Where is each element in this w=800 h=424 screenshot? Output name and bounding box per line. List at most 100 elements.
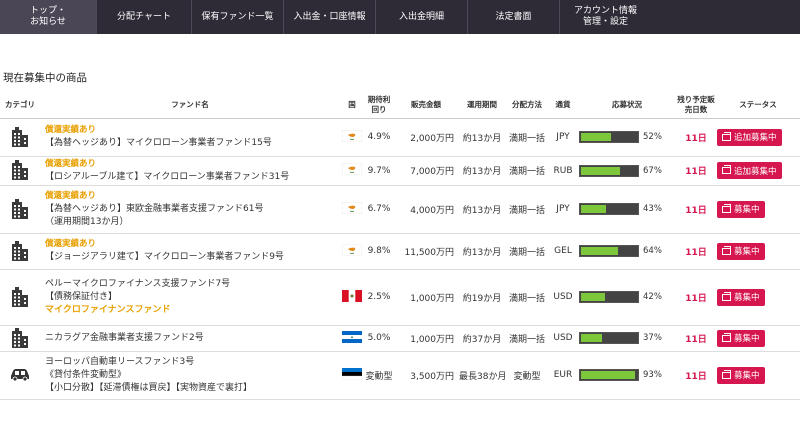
progress-cell: 37% [578,325,676,352]
redemption-badge: 償還実績あり [45,158,97,169]
status-button[interactable]: 募集中 [717,200,765,218]
sale-amount: 4,000万円 [394,185,458,234]
distribution-method: 変動型 [506,351,548,400]
category-cell [0,185,40,234]
table-row[interactable]: ニカラグア金融事業者支援ファンド2号 5.0% 1,000万円 約37か月 満期一括 US… [0,325,800,352]
status-button[interactable]: 追加募集中 [717,162,782,179]
operation-period: 約19か月 [458,269,506,326]
table-row[interactable]: ペルーマイクロファイナンス支援ファンド7号 【債務保証付き】 マイクロファイナンスフ… [0,269,800,326]
distribution-method: 満期一括 [506,185,548,234]
top-navigation: トップ・ お知らせ 分配チャート 保有ファンド一覧 入出金・口座情報 入出金明細 法定書面 ア… [0,0,800,34]
header-expected-yield: 期待利回り [364,92,394,119]
header-status: ステータス [716,92,800,119]
cyprus-flag-icon [342,201,362,217]
distribution-method: 満期一括 [506,269,548,326]
remaining-days: 11日 [676,351,716,400]
remaining-days: 11日 [676,325,716,352]
expected-yield: 6.7% [364,185,394,234]
table-row[interactable]: ヨーロッパ自動車リースファンド3号 《貸付条件変動型》【小口分散】【延滞債権は買戻… [0,351,800,400]
distribution-method: 満期一括 [506,118,548,157]
progress-bar [579,131,639,143]
cyprus-flag-icon [342,243,362,259]
status-cell: 募集中 [716,269,800,326]
operation-period: 最長38か月 [458,351,506,400]
table-row[interactable]: 償還実績あり 【為替ヘッジあり】マイクロローン事業者ファンド15号 4.9% 2,00… [0,118,800,157]
fund-name-cell: 償還実績あり【ロシアルーブル建て】マイクロローン事業者ファンド31号 [40,156,340,186]
progress-bar [579,245,639,257]
operation-period: 約13か月 [458,118,506,157]
fund-name-cell: ペルーマイクロファイナンス支援ファンド7号 【債務保証付き】 マイクロファイナンスフ… [40,269,340,326]
nav-holdings[interactable]: 保有ファンド一覧 [191,0,283,34]
redemption-badge: 償還実績あり [45,239,97,249]
operation-period: 約37か月 [458,325,506,352]
nav-distribution-chart[interactable]: 分配チャート [96,0,191,34]
status-button[interactable]: 募集中 [717,329,765,347]
fund-name[interactable]: 【ロシアルーブル建て】マイクロローン事業者ファンド31号 [45,171,339,184]
status-button[interactable]: 募集中 [717,288,765,306]
fund-name-note: 《貸付条件変動型》 [45,369,127,380]
status-label: 募集中 [734,371,760,381]
status-label: 募集中 [734,334,760,344]
fund-name[interactable]: 【為替ヘッジあり】東欧金融事業者支援ファンド61号 [45,203,339,216]
status-cell: 募集中 [716,325,800,352]
progress-fill [581,205,606,213]
nav-top-news[interactable]: トップ・ お知らせ [0,0,96,34]
sale-amount: 3,500万円 [394,351,458,400]
car-icon [9,368,31,384]
progress-percent: 52% [643,132,662,142]
status-cell: 追加募集中 [716,118,800,157]
nav-legal-documents[interactable]: 法定書面 [467,0,559,34]
status-label: 募集中 [734,205,760,215]
header-period: 運用期間 [458,92,506,119]
nav-account-settings[interactable]: アカウント情報 管理・設定 [559,0,651,34]
country-cell [340,351,364,400]
building-icon [10,327,30,351]
country-cell [340,156,364,186]
nav-deposit-account[interactable]: 入出金・口座情報 [283,0,375,34]
nav-deposit-history[interactable]: 入出金明細 [375,0,467,34]
nav-label: 分配チャート [117,11,171,22]
status-button[interactable]: 募集中 [717,366,765,384]
table-row[interactable]: 償還実績あり 【ジョージアラリ建て】マイクロローン事業者ファンド9号 9.8% 11,… [0,233,800,270]
header-remaining-days: 残り予定販売日数 [676,92,716,119]
progress-cell: 93% [578,351,676,400]
country-cell [340,185,364,234]
country-cell [340,325,364,352]
fund-name-cell: 償還実績あり【ジョージアラリ建て】マイクロローン事業者ファンド9号 [40,233,340,270]
fund-name[interactable]: ニカラグア金融事業者支援ファンド2号 [45,332,339,345]
progress-cell: 67% [578,156,676,186]
operation-period: 約13か月 [458,156,506,186]
copy-icon [722,332,731,342]
status-button[interactable]: 追加募集中 [717,128,782,146]
fund-name[interactable]: 【ジョージアラリ建て】マイクロローン事業者ファンド9号 [45,251,339,264]
progress-fill [581,293,606,301]
category-cell [0,325,40,352]
progress-fill [581,371,635,379]
currency: JPY [548,118,578,157]
fund-name[interactable]: 【為替ヘッジあり】マイクロローン事業者ファンド15号 [45,137,339,150]
nav-label: 入出金・口座情報 [293,11,366,22]
country-cell [340,269,364,326]
progress-percent: 93% [643,370,662,380]
currency: JPY [548,185,578,234]
expected-yield: 4.9% [364,118,394,157]
redemption-badge: 償還実績あり [45,125,97,135]
expected-yield: 5.0% [364,325,394,352]
building-icon [10,286,30,310]
remaining-days: 11日 [676,156,716,186]
fund-name-note: （運用期間13か月） [45,216,129,227]
fund-name[interactable]: ペルーマイクロファイナンス支援ファンド7号 [45,278,339,291]
fund-name-features: 【小口分散】【延滞債権は買戻】【実物資産で裏打】 [45,382,253,393]
nav-label-line2: お知らせ [30,17,66,27]
nicaragua-flag-icon [342,330,362,346]
progress-fill [581,166,620,175]
table-row[interactable]: 償還実績あり 【為替ヘッジあり】東欧金融事業者支援ファンド61号 （運用期間13か月… [0,185,800,234]
status-button[interactable]: 募集中 [717,242,765,260]
copy-icon [722,369,731,379]
copy-icon [722,203,731,213]
nav-label: 保有ファンド一覧 [201,11,274,22]
table-row[interactable]: 償還実績あり 【ロシアルーブル建て】マイクロローン事業者ファンド31号 9.7% 7,… [0,156,800,186]
fund-name[interactable]: ヨーロッパ自動車リースファンド3号 [45,356,339,369]
expected-yield: 9.8% [364,233,394,270]
country-cell [340,233,364,270]
